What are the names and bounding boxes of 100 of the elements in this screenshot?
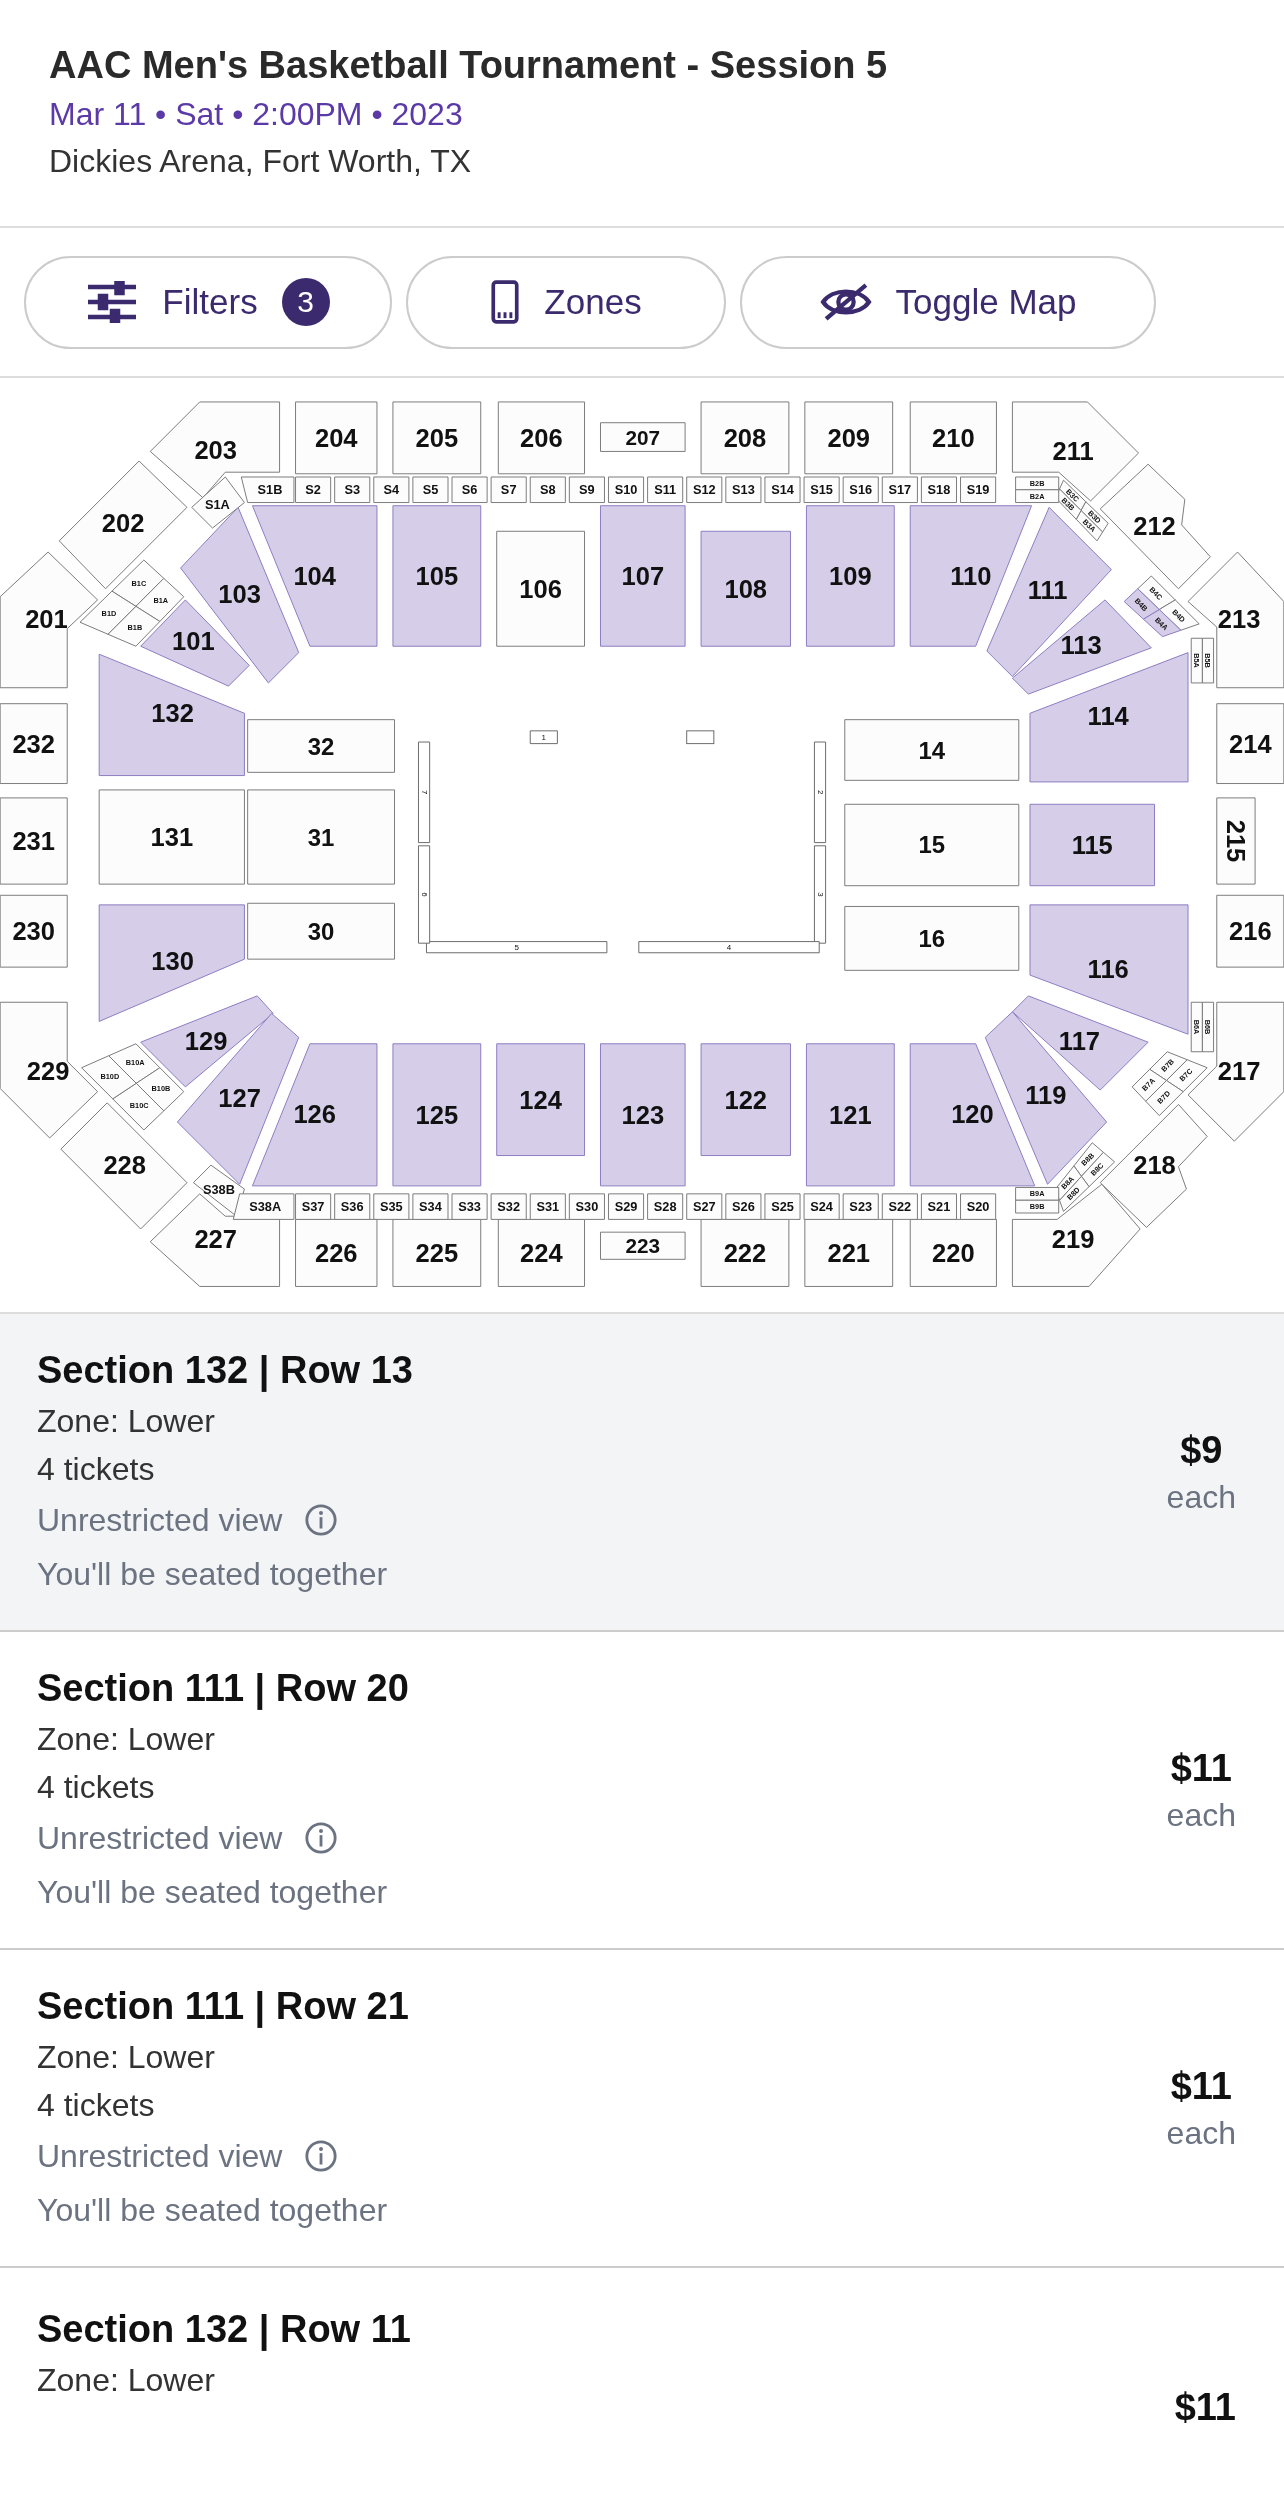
seat-section[interactable]: 30 [247,902,395,960]
info-icon[interactable] [304,1503,339,1537]
seat-section[interactable]: 14 [844,719,1020,781]
seat-section[interactable]: 209 [804,401,894,475]
seat-section[interactable]: 115 [1029,803,1155,887]
seat-section[interactable]: 222 [700,1218,790,1287]
info-icon[interactable] [304,2139,339,2173]
zones-button[interactable]: Zones [406,255,726,349]
suite-section[interactable]: S17 [881,476,918,503]
seat-section[interactable]: 121 [805,1043,895,1187]
suite-section[interactable]: S9 [568,476,605,503]
filters-button[interactable]: Filters 3 [24,255,392,349]
seat-section[interactable]: 124 [496,1043,585,1156]
suite-section[interactable]: S30 [568,1193,605,1220]
seat-section[interactable]: 32 [247,719,395,773]
seat-section[interactable]: 225 [392,1218,482,1287]
ticket-count: 4 tickets [37,1450,156,1489]
seat-section[interactable]: 130 [98,904,245,1022]
suite-section[interactable]: S20 [960,1193,997,1220]
seat-section[interactable]: 226 [295,1218,378,1287]
suite-section[interactable]: S3 [334,476,371,503]
suite-section[interactable]: S19 [960,476,997,503]
suite-section[interactable]: S28 [647,1193,684,1220]
seat-section[interactable]: 221 [804,1218,894,1287]
box-section[interactable]: B6A [1190,1001,1203,1053]
seat-section[interactable]: 105 [392,505,482,647]
box-section[interactable]: B6B [1201,1001,1215,1053]
seat-section[interactable]: 210 [909,401,997,475]
box-section[interactable]: B5B [1201,637,1215,684]
suite-section[interactable]: S14 [764,476,801,503]
suite-section[interactable]: S18 [920,476,957,503]
seat-section[interactable]: 232 [0,703,68,784]
toggle-map-button[interactable]: Toggle Map [740,255,1156,349]
suite-section[interactable]: S6 [451,476,488,503]
seat-section[interactable]: 224 [497,1218,585,1287]
suite-section[interactable]: S7 [490,476,527,503]
suite-section[interactable]: S12 [686,476,723,503]
seat-section[interactable]: 106 [496,530,585,647]
seat-section[interactable]: 220 [909,1218,997,1287]
suite-section[interactable]: S11 [647,476,684,503]
seat-section[interactable]: 229 [0,1001,99,1139]
suite-section[interactable]: S32 [490,1193,527,1220]
box-section[interactable]: B9A [1015,1187,1060,1201]
price: $11 [1174,2385,1236,2430]
seat-section[interactable]: 31 [247,789,395,885]
seat-section[interactable]: 216 [1216,894,1284,968]
box-section[interactable]: B2B [1015,476,1060,491]
suite-section[interactable]: S1A [191,476,245,529]
suite-section[interactable]: S38A [232,1193,295,1220]
suite-section[interactable]: S10 [608,476,645,503]
suite-section[interactable]: S5 [412,476,449,503]
suite-section[interactable]: S4 [373,476,410,503]
suite-section[interactable]: S16 [842,476,879,503]
seat-section[interactable]: 208 [700,401,790,475]
seat-section[interactable]: 107 [600,505,686,647]
listing-card[interactable]: Section 132 | Row 13 Zone: Lower 4 tickets Unrestricted view You'll be seated together $9 each [0,1314,1284,1632]
seat-section[interactable]: 108 [700,530,791,647]
box-section[interactable]: B9B [1015,1199,1060,1214]
seat-section[interactable]: 16 [844,906,1020,971]
seat-section[interactable]: 125 [392,1043,482,1187]
seat-section[interactable]: 207 [600,422,686,452]
suite-section[interactable]: S21 [920,1193,957,1220]
seat-section[interactable]: 204 [295,401,378,475]
suite-section[interactable]: S24 [803,1193,840,1220]
seat-section[interactable]: 214 [1216,703,1284,784]
seat-section[interactable]: 131 [98,789,245,885]
seat-section[interactable]: 231 [0,797,68,885]
seat-section[interactable]: 122 [700,1043,791,1156]
suite-section[interactable]: S37 [295,1193,332,1220]
box-section[interactable]: B5A [1190,637,1203,684]
seat-section[interactable]: 132 [98,653,245,777]
suite-section[interactable]: S27 [686,1193,723,1220]
seat-section[interactable]: 205 [392,401,482,475]
suite-section[interactable]: S26 [725,1193,762,1220]
seat-section[interactable]: 230 [0,894,68,968]
suite-section[interactable]: S23 [842,1193,879,1220]
seat-section[interactable]: 223 [600,1231,686,1260]
suite-section[interactable]: S31 [529,1193,566,1220]
suite-section[interactable]: S33 [451,1193,488,1220]
box-section[interactable]: B2A [1015,489,1060,503]
suite-section[interactable]: S1B [240,476,295,503]
seat-section[interactable]: 215 [1216,797,1256,885]
seat-section[interactable]: 109 [805,505,895,647]
suite-section[interactable]: S29 [608,1193,645,1220]
suite-section[interactable]: S22 [881,1193,918,1220]
suite-section[interactable]: S25 [764,1193,801,1220]
seat-section[interactable]: 201 [0,551,99,689]
seat-section[interactable]: 15 [844,803,1020,887]
info-icon[interactable] [304,1821,339,1855]
suite-section[interactable]: S8 [529,476,566,503]
suite-section[interactable]: S2 [295,476,332,503]
suite-section[interactable]: S36 [334,1193,371,1220]
seat-section[interactable]: 123 [600,1043,686,1187]
suite-section[interactable]: S34 [412,1193,449,1220]
suite-section[interactable]: S13 [725,476,762,503]
seating-note: You'll be seated together [37,1555,389,1594]
suite-section[interactable]: S35 [373,1193,410,1220]
suite-section[interactable]: S15 [803,476,840,503]
price: $11 [1169,2064,1233,2109]
seat-section[interactable]: 206 [497,401,585,475]
